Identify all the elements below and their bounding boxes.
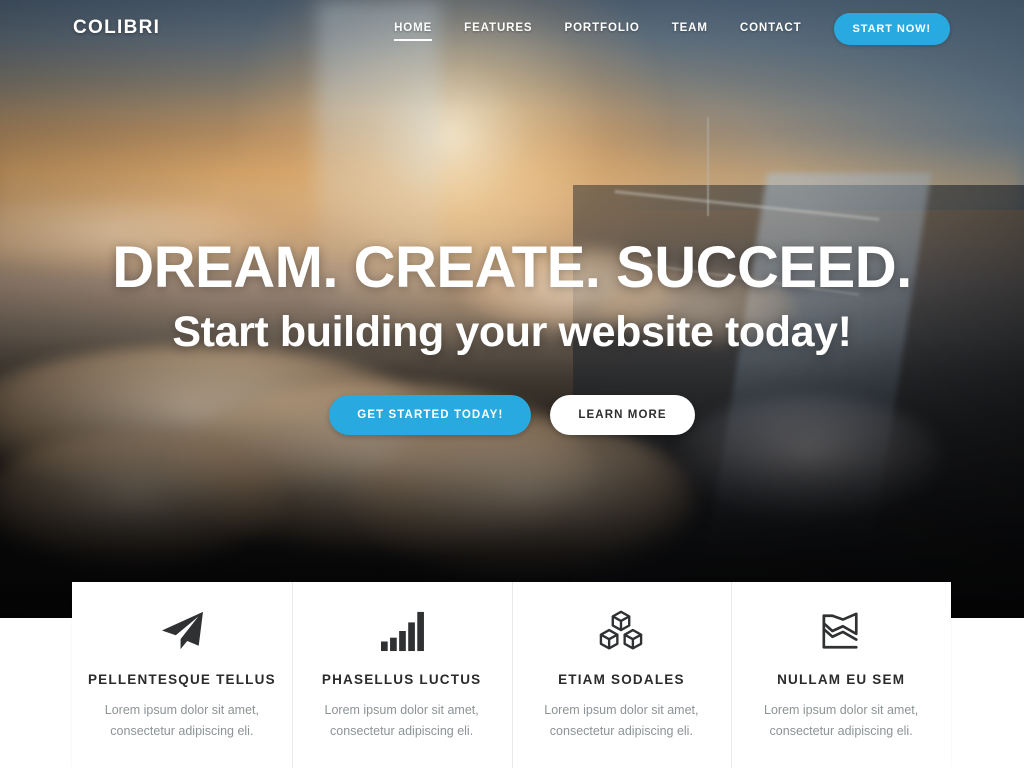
feature-card-text: Lorem ipsum dolor sit amet, consectetur … <box>324 703 479 738</box>
feature-card-text: Lorem ipsum dolor sit amet, consectetur … <box>104 703 259 738</box>
feature-card-text: Lorem ipsum dolor sit amet, consectetur … <box>544 703 699 738</box>
nav-link-portfolio[interactable]: PORTFOLIO <box>549 12 656 45</box>
feature-card[interactable]: PELLENTESQUE TELLUS Lorem ipsum dolor si… <box>72 582 292 768</box>
cubes-icon <box>599 608 643 654</box>
site-logo[interactable]: COLIBRI <box>73 17 160 39</box>
feature-card-title: PELLENTESQUE TELLUS <box>87 672 276 687</box>
nav-link-team[interactable]: TEAM <box>656 12 724 45</box>
bar-chart-icon <box>380 608 424 654</box>
hero-headline: DREAM. CREATE. SUCCEED. <box>112 235 912 300</box>
learn-more-button[interactable]: LEARN MORE <box>550 395 695 436</box>
feature-cards-row: PELLENTESQUE TELLUS Lorem ipsum dolor si… <box>72 582 951 768</box>
nav-link-features[interactable]: FEATURES <box>448 12 548 45</box>
feature-card[interactable]: ETIAM SODALES Lorem ipsum dolor sit amet… <box>511 582 732 768</box>
landing-page: COLIBRI HOME FEATURES PORTFOLIO TEAM CON… <box>0 0 1024 768</box>
site-header: COLIBRI HOME FEATURES PORTFOLIO TEAM CON… <box>0 0 1024 57</box>
get-started-button[interactable]: GET STARTED TODAY! <box>329 395 532 436</box>
nav-link-contact[interactable]: CONTACT <box>724 12 818 45</box>
feature-card-title: NULLAM EU SEM <box>777 672 906 687</box>
paper-plane-icon <box>159 608 205 654</box>
feature-card-text: Lorem ipsum dolor sit amet, consectetur … <box>764 703 919 738</box>
feature-card-title: PHASELLUS LUCTUS <box>321 672 482 687</box>
main-navigation: HOME FEATURES PORTFOLIO TEAM CONTACT STA… <box>378 12 950 45</box>
feature-card[interactable]: NULLAM EU SEM Lorem ipsum dolor sit amet… <box>731 582 951 768</box>
start-now-button[interactable]: START NOW! <box>833 12 950 45</box>
area-chart-icon <box>820 608 862 654</box>
hero-subheadline: Start building your website today! <box>172 308 852 357</box>
feature-card-title: ETIAM SODALES <box>558 672 685 687</box>
nav-link-home[interactable]: HOME <box>378 12 448 45</box>
hero-button-group: GET STARTED TODAY! LEARN MORE <box>329 395 695 436</box>
feature-card[interactable]: PHASELLUS LUCTUS Lorem ipsum dolor sit a… <box>291 582 512 768</box>
hero-content: DREAM. CREATE. SUCCEED. Start building y… <box>0 0 1024 618</box>
